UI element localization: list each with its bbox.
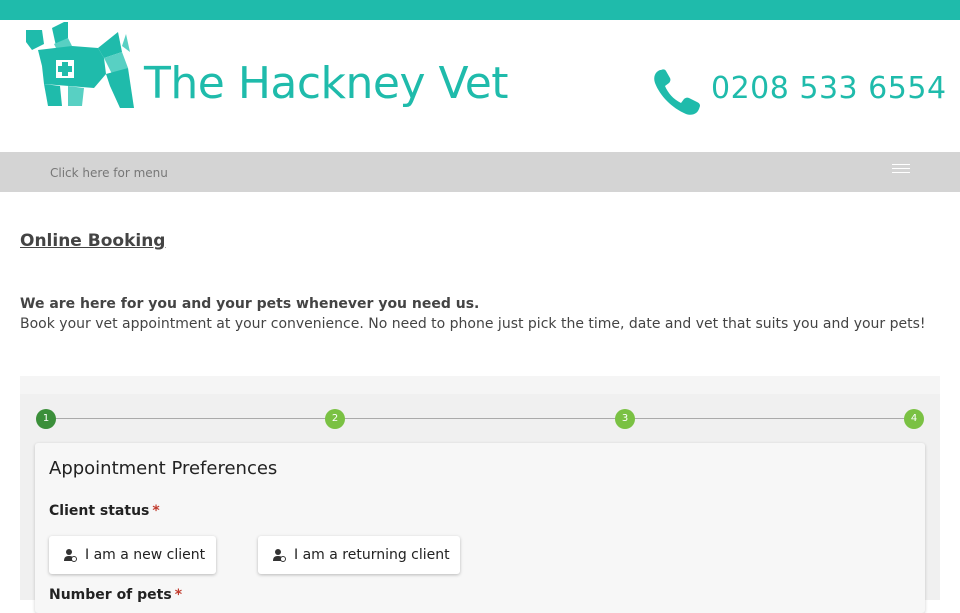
required-marker: *	[174, 587, 183, 603]
step-1[interactable]: 1	[36, 409, 56, 429]
client-status-label: Client status *	[49, 503, 160, 519]
page-title: Online Booking	[20, 231, 166, 251]
intro-headline: We are here for you and your pets whenev…	[20, 296, 480, 312]
client-status-text: Client status	[49, 503, 150, 519]
user-icon	[64, 549, 77, 562]
phone-number-link[interactable]: 0208 533 6554	[711, 71, 947, 106]
user-icon	[273, 549, 286, 562]
phone-icon	[654, 69, 700, 115]
menu-toggle-label[interactable]: Click here for menu	[50, 166, 168, 180]
step-3[interactable]: 3	[615, 409, 635, 429]
card-title: Appointment Preferences	[49, 458, 278, 479]
required-marker: *	[152, 503, 160, 519]
returning-client-label: I am a returning client	[294, 547, 450, 563]
booking-panel-header	[20, 376, 940, 394]
number-of-pets-text: Number of pets	[49, 587, 172, 603]
top-accent-bar	[0, 0, 960, 20]
step-2[interactable]: 2	[325, 409, 345, 429]
new-client-button[interactable]: I am a new client	[49, 536, 216, 574]
hamburger-menu-icon[interactable]	[892, 164, 910, 176]
step-4[interactable]: 4	[904, 409, 924, 429]
step-progress-line	[46, 418, 914, 419]
scottie-dog-icon	[26, 22, 134, 108]
new-client-label: I am a new client	[85, 547, 206, 563]
number-of-pets-label: Number of pets *	[49, 587, 182, 603]
returning-client-button[interactable]: I am a returning client	[258, 536, 460, 574]
brand-name[interactable]: The Hackney Vet	[144, 58, 509, 109]
intro-text: Book your vet appointment at your conven…	[20, 316, 926, 332]
